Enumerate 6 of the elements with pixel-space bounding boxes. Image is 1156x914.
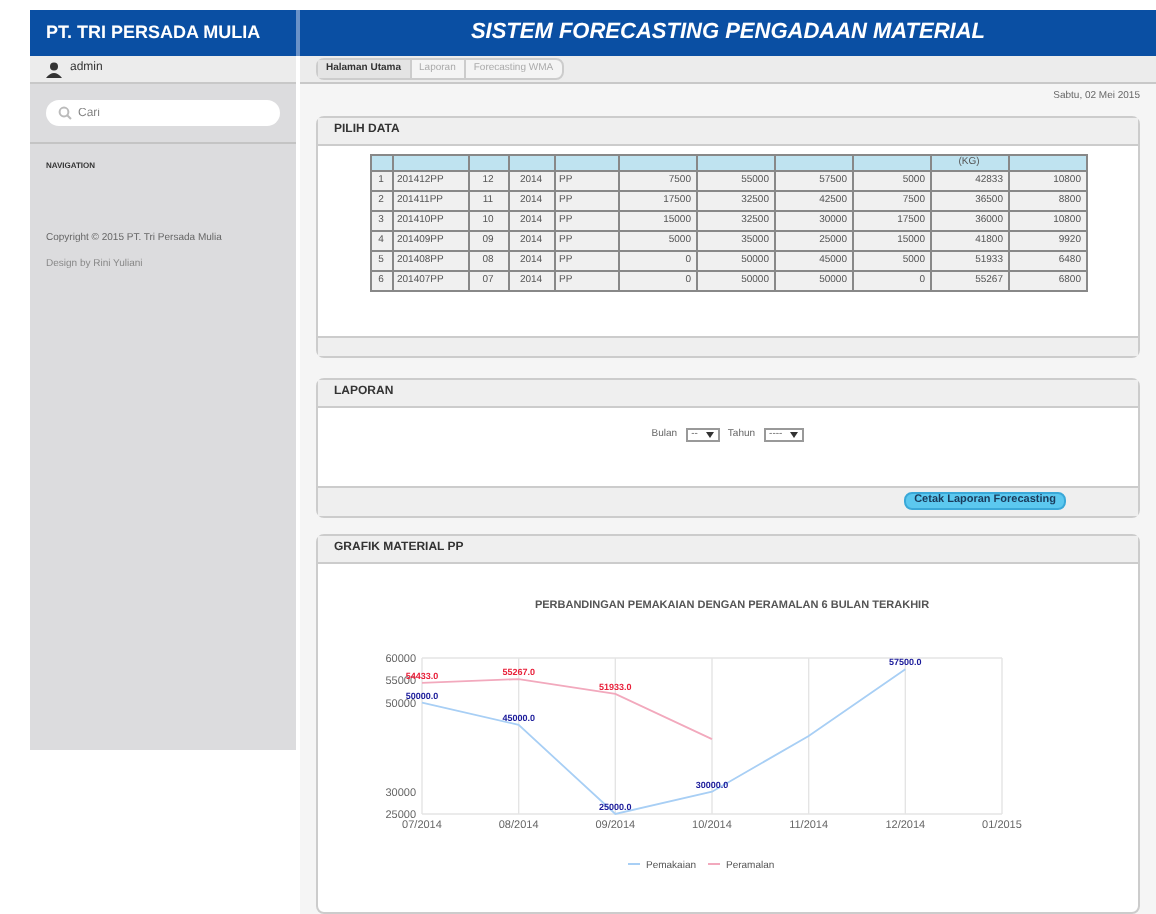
caret-icon [790, 431, 799, 438]
user-icon [46, 61, 62, 77]
search-icon [58, 106, 72, 120]
app-title: SISTEM FORECASTING PENGADAAN MATERIAL [300, 10, 1156, 56]
company-name: PT. TRI PERSADA MULIA [30, 10, 296, 56]
caret-icon [705, 431, 714, 438]
